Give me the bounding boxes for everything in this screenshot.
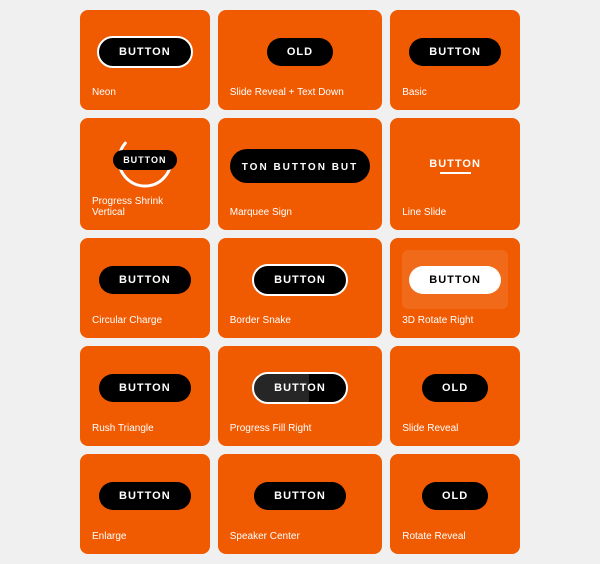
slide-reveal-button[interactable]: OLD <box>422 374 488 402</box>
card-speaker-center-inner: BUTTON <box>230 466 371 525</box>
card-basic[interactable]: BUTTON Basic <box>390 10 520 110</box>
card-circular-charge-inner: BUTTON <box>92 250 198 309</box>
card-slide-reveal-text-label: Slide Reveal + Text Down <box>230 87 371 98</box>
card-3d-rotate[interactable]: BUTTON 3D Rotate Right <box>390 238 520 338</box>
card-marquee[interactable]: TON BUTTON BUT Marquee Sign <box>218 118 383 230</box>
card-line-slide-label: Line Slide <box>402 207 508 218</box>
card-border-snake-label: Border Snake <box>230 315 371 326</box>
button-effects-grid: BUTTON Neon OLD Slide Reveal + Text Down… <box>0 0 600 564</box>
card-slide-reveal-label: Slide Reveal <box>402 423 508 434</box>
progress-shrink-wrapper: BUTTON <box>115 130 175 190</box>
card-neon[interactable]: BUTTON Neon <box>80 10 210 110</box>
card-slide-reveal-text-down[interactable]: OLD Slide Reveal + Text Down <box>218 10 383 110</box>
card-marquee-inner: TON BUTTON BUT <box>230 130 371 201</box>
card-enlarge-label: Enlarge <box>92 531 198 542</box>
card-rotate-reveal-label: Rotate Reveal <box>402 531 508 542</box>
line-slide-button[interactable]: BUTTON <box>429 158 481 174</box>
card-line-slide[interactable]: BUTTON Line Slide <box>390 118 520 230</box>
card-speaker-center[interactable]: BUTTON Speaker Center <box>218 454 383 554</box>
card-basic-label: Basic <box>402 87 508 98</box>
card-slide-reveal-inner: OLD <box>402 358 508 417</box>
card-circular-charge-label: Circular Charge <box>92 315 198 326</box>
card-basic-inner: BUTTON <box>402 22 508 81</box>
3d-rotate-button[interactable]: BUTTON <box>409 266 501 294</box>
marquee-container: TON BUTTON BUT <box>230 149 371 183</box>
card-progress-shrink-inner: BUTTON <box>92 130 198 190</box>
circular-charge-button[interactable]: BUTTON <box>99 266 191 294</box>
card-rush-triangle[interactable]: BUTTON Rush Triangle <box>80 346 210 446</box>
enlarge-button[interactable]: BUTTON <box>99 482 191 510</box>
card-3d-rotate-inner: BUTTON <box>402 250 508 309</box>
card-neon-inner: BUTTON <box>92 22 198 81</box>
card-progress-right-label: Progress Fill Right <box>230 423 371 434</box>
rotate-reveal-button[interactable]: OLD <box>422 482 488 510</box>
slide-reveal-text-button[interactable]: OLD <box>267 38 333 66</box>
card-rush-triangle-inner: BUTTON <box>92 358 198 417</box>
neon-button[interactable]: BUTTON <box>97 36 193 68</box>
card-line-slide-inner: BUTTON <box>402 130 508 201</box>
card-border-snake-inner: BUTTON <box>230 250 371 309</box>
card-border-snake[interactable]: BUTTON Border Snake <box>218 238 383 338</box>
marquee-text: TON BUTTON BUT <box>242 162 359 173</box>
card-progress-shrink-label: Progress Shrink Vertical <box>92 196 198 218</box>
card-enlarge[interactable]: BUTTON Enlarge <box>80 454 210 554</box>
card-rush-triangle-label: Rush Triangle <box>92 423 198 434</box>
card-enlarge-inner: BUTTON <box>92 466 198 525</box>
speaker-center-button[interactable]: BUTTON <box>254 482 346 510</box>
card-progress-shrink[interactable]: BUTTON Progress Shrink Vertical <box>80 118 210 230</box>
rush-triangle-button[interactable]: BUTTON <box>99 374 191 402</box>
card-circular-charge[interactable]: BUTTON Circular Charge <box>80 238 210 338</box>
progress-right-button[interactable]: BUTTON <box>252 372 348 404</box>
basic-button[interactable]: BUTTON <box>409 38 501 66</box>
card-slide-reveal-text-inner: OLD <box>230 22 371 81</box>
card-3d-rotate-label: 3D Rotate Right <box>402 315 508 326</box>
card-progress-right[interactable]: BUTTON Progress Fill Right <box>218 346 383 446</box>
border-snake-button[interactable]: BUTTON <box>252 264 348 296</box>
card-neon-label: Neon <box>92 87 198 98</box>
progress-shrink-button[interactable]: BUTTON <box>113 150 176 170</box>
card-progress-right-inner: BUTTON <box>230 358 371 417</box>
card-rotate-reveal[interactable]: OLD Rotate Reveal <box>390 454 520 554</box>
card-rotate-reveal-inner: OLD <box>402 466 508 525</box>
card-slide-reveal[interactable]: OLD Slide Reveal <box>390 346 520 446</box>
card-marquee-label: Marquee Sign <box>230 207 371 218</box>
card-speaker-center-label: Speaker Center <box>230 531 371 542</box>
